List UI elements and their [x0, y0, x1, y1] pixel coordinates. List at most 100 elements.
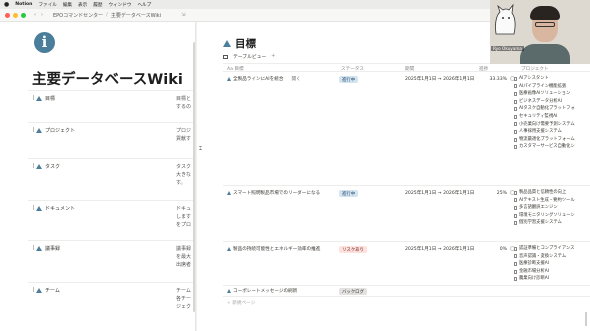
project-label: AIテキスト生成・要約ツール — [519, 197, 575, 203]
table-row[interactable]: スマート照明製品市場でのリーダーになる 進行中 2025年1月1日 → 2026… — [223, 186, 590, 242]
project-link[interactable]: 人事採用支援システム — [514, 128, 590, 136]
menu-view[interactable]: 表示 — [78, 2, 87, 8]
drag-handle-icon[interactable] — [31, 245, 34, 250]
project-link[interactable]: 医療診断支援AI — [514, 260, 590, 268]
menu-file[interactable]: ファイル — [38, 2, 56, 8]
project-link[interactable]: 金融市場分析AI — [514, 268, 590, 276]
wiki-row-label[interactable]: 目標 — [45, 95, 55, 102]
wiki-row-label[interactable]: チーム — [45, 287, 60, 294]
table-icon — [223, 54, 228, 59]
goal-name-cell[interactable]: 全製品ラインにAIを統合 開く — [227, 76, 333, 82]
apple-icon[interactable]: ● — [4, 0, 9, 9]
add-view-button[interactable]: + — [271, 54, 275, 59]
table-row[interactable]: 全製品ラインにAIを統合 開く 進行中 2025年1月1日 → 2026年1月1… — [223, 72, 590, 186]
drag-handle-icon[interactable] — [31, 127, 34, 132]
project-link[interactable]: 認証準備とコンプライアンス — [514, 245, 590, 253]
desc-line: 貢献す — [176, 136, 192, 142]
open-button[interactable]: 開く — [291, 76, 300, 82]
zoom-window-icon[interactable] — [21, 12, 26, 18]
table-row[interactable]: 製品の持続可能性とエネルギー効率の推進 リスクあり 2025年1月1日 → 20… — [223, 242, 590, 286]
drag-handle-icon[interactable] — [31, 163, 34, 168]
progress-cell[interactable]: 0% — [479, 246, 515, 252]
desc-line: タスク — [176, 164, 192, 170]
project-link[interactable]: 多言語翻訳エンジン — [514, 204, 590, 212]
progress-cell[interactable]: 33.33% — [479, 76, 515, 82]
page-icon — [514, 107, 517, 112]
minimize-window-icon[interactable] — [13, 12, 18, 18]
project-label: 個別学習支援システム — [519, 220, 562, 226]
project-link[interactable]: 個別学習支援システム — [514, 219, 590, 227]
drag-handle-icon[interactable] — [31, 95, 34, 100]
breadcrumb-item-wiki[interactable]: 主要データベースWiki — [111, 12, 161, 19]
table-row[interactable]: コーポレートメッセージの刷新 バックログ — [223, 286, 590, 297]
status-cell[interactable]: リスクあり — [339, 246, 367, 253]
project-link[interactable]: 農業向け診断AI — [514, 275, 590, 283]
wiki-row-teams[interactable]: チーム チーム 各チー ジェク — [28, 282, 194, 331]
project-label: 多言語翻訳エンジン — [519, 205, 558, 211]
wiki-row-label[interactable]: ドキュメント — [45, 205, 75, 212]
project-label: AIアシスタント — [519, 76, 549, 81]
status-cell[interactable]: バックログ — [339, 288, 367, 295]
person-hair — [530, 6, 560, 20]
menu-history[interactable]: 履歴 — [93, 2, 102, 8]
menu-window[interactable]: ウィンドウ — [108, 2, 131, 8]
period-cell[interactable]: 2025年1月1日 → 2026年1月1日 — [405, 76, 474, 82]
desc-line: プロジ — [176, 128, 192, 134]
goal-name-cell[interactable]: コーポレートメッセージの刷新 — [227, 288, 333, 294]
collapse-panels-icon[interactable]: ⇲ — [181, 12, 185, 18]
goal-name-cell[interactable]: スマート照明製品市場でのリーダーになる — [227, 190, 333, 196]
scrollbar[interactable] — [585, 312, 587, 326]
progress-cell[interactable]: 25% — [479, 190, 515, 196]
status-badge: バックログ — [339, 288, 367, 295]
project-link[interactable]: AIアシスタント — [514, 75, 590, 83]
database-title-text[interactable]: 目標 — [235, 36, 256, 51]
column-header-period[interactable]: 期間 — [405, 66, 414, 72]
goal-name[interactable]: コーポレートメッセージの刷新 — [233, 288, 297, 294]
menu-help[interactable]: ヘルプ — [137, 2, 151, 8]
page-icon — [514, 84, 517, 89]
project-link[interactable]: 音声認識・変換システム — [514, 253, 590, 261]
info-icon[interactable]: i — [34, 32, 55, 53]
menu-edit[interactable]: 編集 — [63, 2, 72, 8]
project-link[interactable]: 製品品質と信頼性の向上 — [514, 189, 590, 197]
column-header-progress[interactable]: 進捗 — [479, 66, 488, 72]
column-header-name[interactable]: Aa 目標 — [227, 66, 244, 72]
new-page-button[interactable]: + 新規ページ — [227, 300, 255, 306]
wiki-row-label[interactable]: タスク — [45, 163, 60, 170]
column-header-status[interactable]: ステータス — [341, 66, 364, 72]
status-cell[interactable]: 進行中 — [339, 76, 359, 83]
forward-arrow-icon[interactable]: › — [41, 12, 43, 18]
project-link[interactable]: AIテキスト生成・要約ツール — [514, 197, 590, 205]
drag-handle-icon[interactable] — [31, 205, 34, 210]
database-title: 目標 — [223, 36, 256, 51]
back-arrow-icon[interactable]: ‹ — [34, 12, 36, 18]
project-link[interactable]: ビジネスデータ分析AI — [514, 98, 590, 106]
wiki-page: i 主要データベースWiki 目標 目標と するの プロジェクト プロジ 貢献す タ… — [0, 22, 196, 331]
goal-name[interactable]: 製品の持続可能性とエネルギー効率の推進 — [233, 246, 320, 252]
close-window-icon[interactable] — [5, 12, 10, 18]
project-link[interactable]: AIタスク自動化プラットフォ — [514, 105, 590, 113]
goal-name-cell[interactable]: 製品の持続可能性とエネルギー効率の推進 — [227, 246, 337, 252]
goal-name[interactable]: 全製品ラインにAIを統合 — [233, 76, 283, 82]
project-link[interactable]: 小売業向け需要予測システム — [514, 121, 590, 129]
project-link[interactable]: AIパイプライン機能拡張 — [514, 83, 590, 91]
drag-handle-icon[interactable] — [31, 287, 34, 292]
breadcrumb-item-command-center[interactable]: EPOコマンドセンター — [53, 12, 103, 19]
status-cell[interactable]: 進行中 — [339, 190, 359, 197]
page-icon — [514, 137, 517, 142]
column-header-project[interactable]: プロジェクト — [521, 66, 549, 72]
wiki-row-label[interactable]: 議事録 — [45, 245, 60, 252]
scrollbar[interactable] — [193, 42, 195, 312]
tab-table-view[interactable]: テーブルビュー — [233, 53, 266, 60]
project-link[interactable]: カスタマーサービス自動化シ — [514, 143, 590, 151]
project-link[interactable]: 医療画像AIソリューション — [514, 90, 590, 98]
goal-name[interactable]: スマート照明製品市場でのリーダーになる — [233, 190, 320, 196]
menu-app-name[interactable]: Notion — [15, 2, 32, 7]
project-link[interactable]: 環境モニタリングソリューシ — [514, 212, 590, 220]
wiki-row-label[interactable]: プロジェクト — [45, 127, 75, 134]
project-link[interactable]: 物流最適化プラットフォーム — [514, 136, 590, 144]
desc-line: 大きな — [176, 172, 192, 178]
period-cell[interactable]: 2025年1月1日 → 2026年1月1日 — [405, 190, 474, 196]
project-link[interactable]: セキュリティ監視AI — [514, 113, 590, 121]
period-cell[interactable]: 2025年1月1日 → 2026年1月1日 — [405, 246, 474, 252]
